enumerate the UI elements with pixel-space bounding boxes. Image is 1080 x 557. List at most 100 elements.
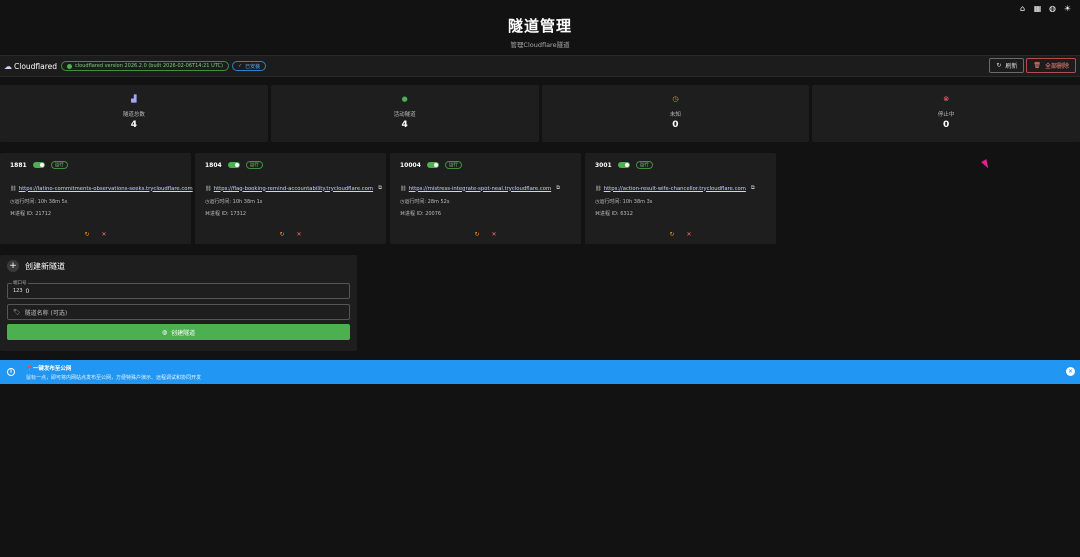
stat-card-unknown: ◷ 未知 0 [541, 85, 810, 142]
brand: ☁ Cloudflared [4, 62, 57, 71]
stat-label: 停止中 [937, 112, 955, 118]
info-icon: i [7, 368, 15, 376]
info-banner: i 📍一键发布至公网 鼠标一点，即可将内网站点发布至公网，方便特殊户演示、远程调… [0, 360, 1080, 384]
check-circle-icon: ● [401, 95, 408, 103]
restart-icon[interactable]: ↻ [474, 231, 479, 238]
restart-icon[interactable]: ↻ [279, 231, 284, 238]
stats-row: ▟ 隧道总数 4 ● 活动隧道 4 ◷ 未知 0 ⊗ 停止中 0 [0, 85, 1080, 142]
status-dot-icon [67, 63, 73, 69]
tunnel-pid: 进程 ID: 17312 [210, 211, 247, 217]
link-icon: ⛓ [205, 185, 212, 192]
check-icon: ✓ [237, 63, 243, 69]
tunnel-uptime: 运行时间: 10h 38m 3s [599, 199, 653, 205]
tunnel-url-link[interactable]: https://flag-booking-remind-accountabili… [214, 186, 373, 192]
port-value: 0 [25, 287, 30, 295]
toolbar-actions: ↻ 刷新 🗑 全部删除 [989, 58, 1076, 73]
close-icon[interactable]: ✕ [297, 231, 302, 238]
stat-value: 0 [672, 120, 679, 130]
copy-icon[interactable]: ⧉ [378, 185, 382, 192]
tunnel-list: 1881 运行 ⛓ https://latino-commitments-obs… [0, 153, 776, 244]
create-tunnel-button[interactable]: ◍ 创建隧道 [7, 324, 350, 340]
copy-icon[interactable]: ⧉ [556, 185, 560, 192]
trash-icon: 🗑 [1033, 62, 1041, 69]
cloud-icon: ☁ [4, 61, 12, 71]
clock-icon: ◷ [672, 95, 679, 103]
pin-icon: 📍 [26, 365, 33, 372]
port-field-label: 端口号 [12, 280, 28, 286]
globe-icon[interactable]: ◍ [1048, 4, 1057, 13]
restart-icon[interactable]: ↻ [84, 231, 89, 238]
brand-label: Cloudflared [14, 61, 58, 71]
tunnel-status-badge: 运行 [245, 161, 263, 169]
tunnel-toggle[interactable] [32, 162, 45, 168]
tunnel-status-badge: 运行 [50, 161, 68, 169]
refresh-label: 刷新 [1005, 63, 1018, 70]
stat-label: 隧道总数 [122, 112, 145, 118]
port-field[interactable]: 端口号 123 0 [7, 280, 350, 299]
tunnel-name-field[interactable]: 🏷 隧道名称 (可选) [7, 304, 350, 320]
tunnel-status-badge: 运行 [635, 161, 653, 169]
tunnel-uptime: 运行时间: 10h 38m 5s [14, 199, 68, 205]
restart-icon[interactable]: ↻ [669, 231, 674, 238]
tunnel-name-placeholder: 隧道名称 (可选) [24, 309, 68, 317]
delete-all-button[interactable]: 🗑 全部删除 [1026, 58, 1076, 73]
tunnel-card: 10004 运行 ⛓ https://mistress-integrate-sp… [390, 153, 581, 244]
status-bar: ☁ Cloudflared cloudflared version 2026.2… [0, 55, 1080, 77]
tunnel-toggle[interactable] [617, 162, 630, 168]
qr-code-icon[interactable]: ▦ [1033, 4, 1042, 13]
banner-description: 鼠标一点，即可将内网站点发布至公网，方便特殊户演示、远程调试和协同开发 [26, 374, 202, 381]
home-icon[interactable]: ⌂ [1018, 4, 1027, 13]
mouse-cursor-icon [981, 159, 991, 170]
delete-all-label: 全部删除 [1044, 63, 1069, 70]
create-button-label: 创建隧道 [171, 329, 196, 337]
version-text: cloudflared version 2026.2.0 (built 2026… [75, 63, 223, 69]
close-icon[interactable]: ✕ [1066, 367, 1075, 376]
tunnel-url-link[interactable]: https://action-result-wife-chancellor.tr… [604, 186, 746, 192]
stat-value: 0 [942, 120, 950, 130]
tunnel-card: 1804 运行 ⛓ https://flag-booking-remind-ac… [195, 153, 386, 244]
close-icon[interactable]: ✕ [492, 231, 497, 238]
page-header: 隧道管理 管理Cloudflare隧道 [0, 0, 1080, 53]
tunnel-port: 1881 [10, 161, 27, 169]
version-badge: cloudflared version 2026.2.0 (built 2026… [61, 61, 229, 71]
copy-icon[interactable]: ⧉ [751, 185, 755, 192]
installed-badge: ✓ 已安装 [231, 61, 267, 71]
tunnel-uptime: 运行时间: 28m 52s [404, 199, 450, 205]
stop-circle-icon: ⊗ [943, 95, 950, 103]
tunnel-port: 1804 [205, 161, 222, 169]
installed-text: 已安装 [245, 63, 261, 70]
tunnel-card: 1881 运行 ⛓ https://latino-commitments-obs… [0, 153, 201, 244]
tunnel-port: 3001 [595, 161, 612, 169]
chart-icon: ▟ [131, 95, 137, 103]
sun-icon[interactable]: ☀ [1063, 4, 1072, 13]
create-panel-title: 创建新隧道 [25, 261, 65, 271]
plus-icon: + [7, 260, 19, 272]
tunnel-url-link[interactable]: https://mistress-integrate-spot-neal.try… [409, 186, 551, 192]
stat-value: 4 [130, 120, 137, 130]
stat-label: 活动隧道 [393, 112, 416, 118]
banner-title: 一键发布至公网 [32, 365, 72, 372]
tunnel-pid: 进程 ID: 21712 [15, 211, 52, 217]
tunnel-toggle[interactable] [426, 162, 439, 168]
tunnel-uptime: 运行时间: 10h 38m 1s [209, 199, 263, 205]
tag-icon: 🏷 [13, 308, 21, 316]
stat-card-stopped: ⊗ 停止中 0 [812, 85, 1080, 142]
stat-card-total: ▟ 隧道总数 4 [0, 85, 268, 142]
tunnel-pid: 进程 ID: 6312 [600, 211, 633, 217]
tunnel-status-badge: 运行 [444, 161, 462, 169]
tunnel-toggle[interactable] [227, 162, 240, 168]
refresh-icon: ↻ [996, 62, 1002, 69]
stat-label: 未知 [669, 112, 681, 118]
close-icon[interactable]: ✕ [687, 231, 692, 238]
create-tunnel-panel: + 创建新隧道 端口号 123 0 🏷 隧道名称 (可选) ◍ 创建隧道 [0, 255, 357, 351]
refresh-button[interactable]: ↻ 刷新 [989, 58, 1025, 73]
tunnel-url-link[interactable]: https://latino-commitments-observations-… [19, 186, 193, 192]
stat-value: 4 [401, 120, 408, 130]
page-subtitle: 管理Cloudflare隧道 [510, 41, 570, 49]
number-icon: 123 [13, 288, 23, 294]
top-toolbar: ⌂ ▦ ◍ ☀ [1018, 4, 1072, 13]
tunnel-pid: 进程 ID: 20076 [405, 211, 442, 217]
tunnel-port: 10004 [400, 161, 421, 169]
link-icon: ⛓ [595, 185, 602, 192]
close-icon[interactable]: ✕ [102, 231, 107, 238]
